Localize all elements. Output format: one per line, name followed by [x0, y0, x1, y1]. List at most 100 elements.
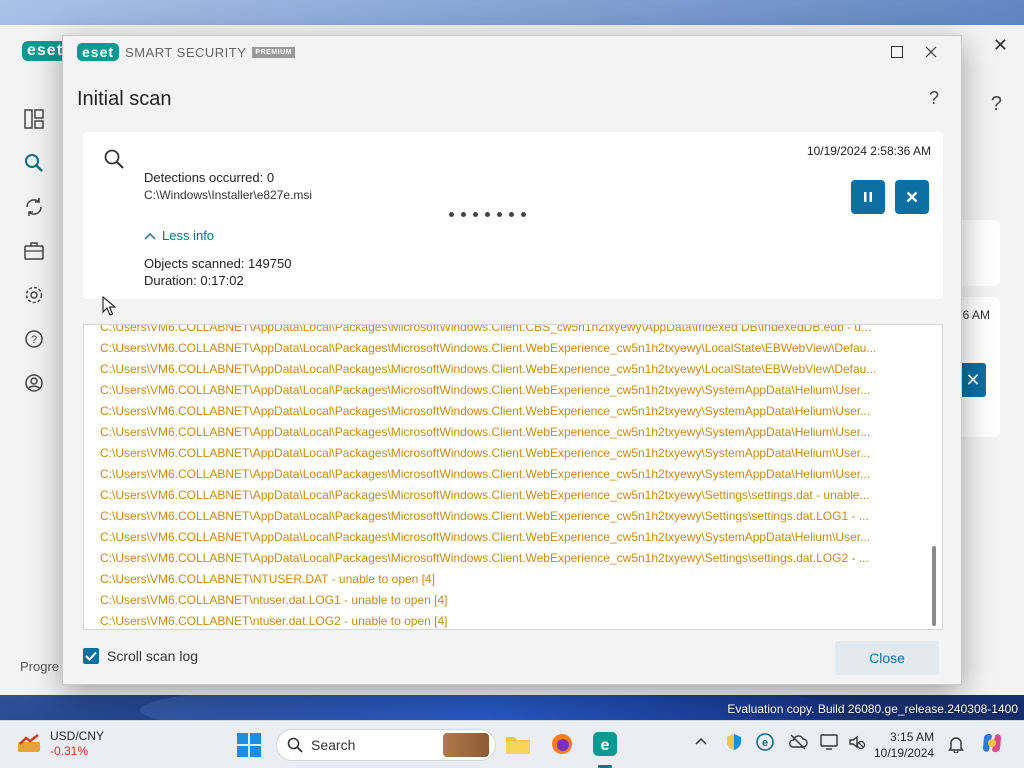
detections-count: Detections occurred: 0 — [144, 170, 275, 185]
sidebar-item-help[interactable]: ? — [24, 317, 44, 361]
stop-icon — [906, 191, 918, 203]
copilot-icon — [983, 733, 1001, 753]
start-button[interactable] — [237, 733, 261, 760]
main-stop-button[interactable]: ✕ — [960, 363, 986, 397]
log-entry: C:\Users\VM6.COLLABNET\AppData\Local\Pac… — [100, 341, 877, 355]
log-entry: C:\Users\VM6.COLLABNET\ntuser.dat.LOG2 -… — [100, 614, 448, 628]
file-explorer-button[interactable] — [504, 730, 532, 758]
log-entry: C:\Users\VM6.COLLABNET\AppData\Local\Pac… — [100, 425, 871, 439]
scan-duration: Duration: 0:17:02 — [144, 273, 244, 288]
dialog-titlebar: eset SMART SECURITY PREMIUM — [63, 36, 961, 68]
speaker-muted-icon — [849, 735, 866, 750]
clock-time: 3:15 AM — [890, 730, 935, 744]
notification-button[interactable] — [948, 735, 964, 756]
objects-scanned: Objects scanned: 149750 — [144, 256, 292, 271]
eset-taskbar-button[interactable]: e — [591, 730, 619, 758]
scan-timestamp: 10/19/2024 2:58:36 AM — [806, 144, 931, 158]
initial-scan-dialog: eset SMART SECURITY PREMIUM Initial scan… — [62, 35, 962, 685]
widget-title: USD/CNY — [50, 729, 105, 743]
pause-icon — [864, 192, 872, 202]
volume-tray-icon[interactable] — [848, 733, 866, 754]
maximize-button[interactable] — [885, 42, 909, 62]
stop-button[interactable] — [895, 180, 929, 214]
sidebar-item-update[interactable] — [24, 185, 44, 229]
monitor-icon — [820, 734, 838, 750]
eset-app-icon: e — [593, 732, 617, 756]
scan-info-panel: 10/19/2024 2:58:36 AM Detections occurre… — [83, 132, 943, 299]
main-scan-time: 6 AM — [962, 308, 990, 322]
current-file: C:\Windows\Installer\e827e.msi — [144, 188, 313, 202]
svg-text:e: e — [601, 737, 610, 754]
stock-trend-icon — [18, 734, 40, 752]
log-entry: C:\Users\VM6.COLLABNET\AppData\Local\Pac… — [100, 467, 871, 481]
scroll-log-toggle[interactable]: Scroll scan log — [83, 648, 198, 664]
update-icon — [26, 198, 42, 216]
overview-icon — [24, 109, 44, 129]
log-entry: C:\Users\VM6.COLLABNET\AppData\Local\Pac… — [100, 324, 872, 334]
scan-icon — [25, 154, 43, 172]
log-entry: C:\Users\VM6.COLLABNET\AppData\Local\Pac… — [100, 446, 871, 460]
svg-text:e: e — [762, 737, 768, 749]
less-info-label: Less info — [162, 228, 215, 243]
chevron-up-icon — [144, 232, 156, 239]
evaluation-watermark: Evaluation copy. Build 26080.ge_release.… — [727, 702, 1018, 716]
log-entry: C:\Users\VM6.COLLABNET\AppData\Local\Pac… — [100, 404, 871, 418]
taskbar: USD/CNY -0.31% Search e e 3:15 AM 10/19/… — [0, 720, 1024, 768]
svg-text:?: ? — [31, 334, 37, 346]
main-help-icon[interactable]: ? — [991, 93, 1002, 116]
gear-icon — [25, 286, 43, 304]
brand-tier: PREMIUM — [252, 46, 295, 58]
pause-button[interactable] — [851, 180, 885, 214]
stock-widget[interactable]: USD/CNY -0.31% — [16, 729, 104, 759]
search-icon — [287, 737, 303, 753]
eset-logo: eset — [77, 43, 120, 61]
eset-icon: e — [756, 733, 774, 751]
sidebar-item-setup[interactable] — [24, 273, 44, 317]
brand-name: SMART SECURITY — [125, 44, 247, 60]
firefox-button[interactable] — [548, 730, 576, 758]
shield-icon — [727, 734, 741, 750]
search-label: Search — [311, 737, 356, 753]
taskbar-search[interactable]: Search — [276, 729, 496, 761]
search-icon — [103, 148, 125, 173]
help-button[interactable]: ? — [929, 88, 939, 109]
sidebar-item-scan[interactable] — [24, 141, 44, 185]
bell-icon — [948, 737, 964, 754]
scan-log-scrollbar[interactable] — [932, 546, 936, 626]
sidebar-item-account[interactable] — [24, 361, 44, 405]
taskbar-clock[interactable]: 3:15 AM 10/19/2024 — [874, 729, 934, 761]
less-info-toggle[interactable]: Less info — [144, 228, 214, 243]
log-entry: C:\Users\VM6.COLLABNET\AppData\Local\Pac… — [100, 362, 877, 376]
log-entry: C:\Users\VM6.COLLABNET\AppData\Local\Pac… — [100, 488, 870, 502]
copilot-button[interactable] — [980, 731, 1004, 758]
windows-logo-icon — [237, 733, 261, 757]
main-close-icon[interactable]: ✕ — [993, 35, 1008, 56]
sidebar-item-overview[interactable] — [24, 97, 44, 141]
search-highlight-image — [443, 733, 489, 757]
folder-icon — [506, 737, 530, 754]
scroll-log-checkbox[interactable] — [83, 648, 99, 664]
dialog-brand: eset SMART SECURITY PREMIUM — [77, 43, 295, 61]
scan-log[interactable]: C:\Users\VM6.COLLABNET\AppData\Local\Pac… — [83, 324, 943, 630]
chevron-up-icon — [695, 737, 707, 745]
close-window-button[interactable] — [919, 42, 943, 62]
help-circle-icon: ? — [25, 330, 43, 348]
security-tray-icon[interactable] — [725, 733, 743, 754]
eset-tray-icon[interactable]: e — [756, 733, 774, 754]
log-entry: C:\Users\VM6.COLLABNET\AppData\Local\Pac… — [100, 509, 869, 523]
main-sidebar: ? — [24, 97, 44, 405]
scroll-log-label: Scroll scan log — [107, 648, 199, 664]
sidebar-item-tools[interactable] — [24, 229, 44, 273]
clock-date: 10/19/2024 — [874, 746, 935, 760]
close-icon — [925, 46, 937, 58]
network-tray-icon[interactable] — [788, 733, 808, 754]
checkmark-icon — [85, 651, 97, 661]
log-entry: C:\Users\VM6.COLLABNET\AppData\Local\Pac… — [100, 530, 871, 544]
account-icon — [25, 374, 43, 392]
widget-value: -0.31% — [50, 744, 89, 758]
tools-icon — [24, 242, 44, 260]
show-hidden-icons[interactable] — [694, 735, 708, 749]
close-button[interactable]: Close — [835, 641, 939, 675]
scan-log-list: C:\Users\VM6.COLLABNET\AppData\Local\Pac… — [100, 324, 920, 629]
display-tray-icon[interactable] — [820, 733, 838, 754]
